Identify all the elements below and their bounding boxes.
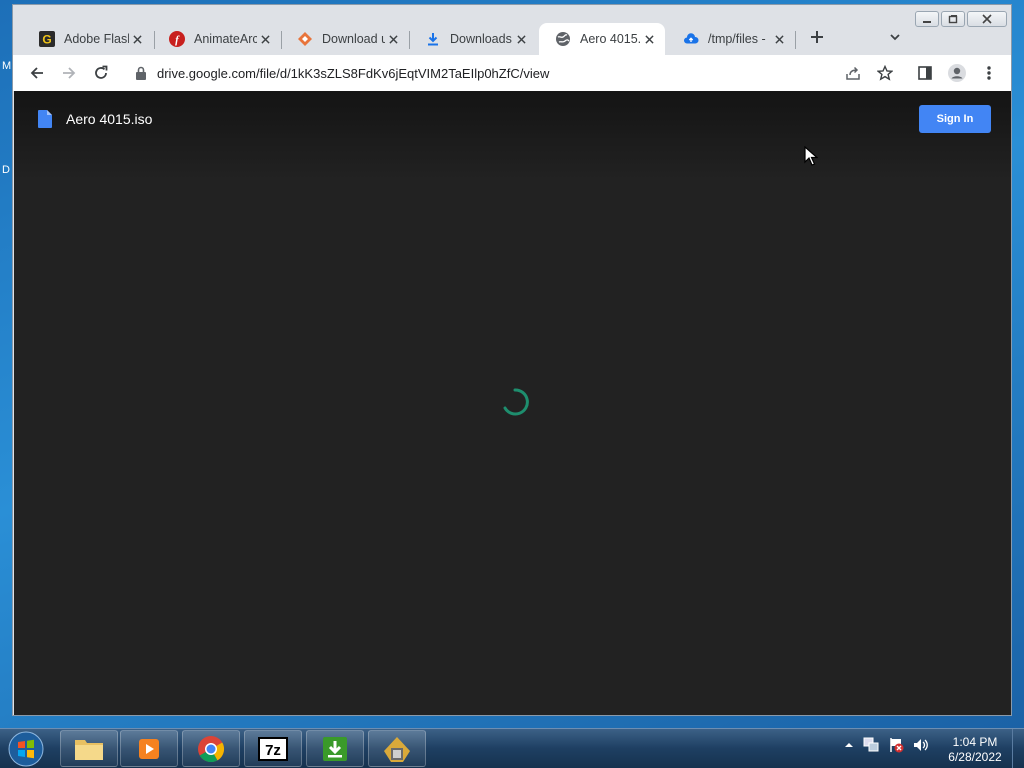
loading-spinner-icon: [503, 388, 529, 416]
clock-date: 6/28/2022: [948, 750, 1002, 764]
tab-close-icon[interactable]: [641, 31, 657, 47]
desktop-icon-label: M: [2, 60, 12, 72]
system-tray: [844, 737, 930, 753]
globe-icon: [555, 31, 571, 47]
star-icon: [877, 65, 893, 81]
chrome-icon: [198, 735, 225, 762]
profile-button[interactable]: [945, 61, 969, 85]
tab-download-u[interactable]: Download u: [281, 23, 409, 55]
taskbar-media-player[interactable]: [120, 730, 178, 767]
flash-icon: f: [169, 31, 185, 47]
profile-icon: [948, 64, 966, 82]
reload-button[interactable]: [89, 61, 113, 85]
file-icon: [38, 110, 52, 128]
download-icon: [425, 31, 441, 47]
media-player-icon: [139, 738, 159, 759]
forward-button[interactable]: [57, 61, 81, 85]
tab-close-icon[interactable]: [385, 31, 401, 47]
taskbar-7zip[interactable]: 7z: [244, 730, 302, 767]
taskbar-archive-app[interactable]: [368, 730, 426, 767]
tab-label: Aero 4015.iso: [580, 32, 641, 46]
show-desktop-button[interactable]: [1012, 729, 1024, 768]
browser-toolbar: drive.google.com/file/d/1kK3sZLS8FdKv6jE…: [13, 55, 1011, 91]
tab-close-icon[interactable]: [257, 31, 273, 47]
chevron-down-icon: [890, 34, 900, 41]
tab-search-button[interactable]: [883, 25, 907, 49]
tab-label: Download u: [322, 32, 385, 46]
share-icon: [846, 66, 860, 80]
tab-label: Adobe Flash: [64, 32, 129, 46]
svg-text:7z: 7z: [265, 742, 281, 759]
windows-logo-icon: [8, 731, 44, 767]
tab-adobe-flash[interactable]: G Adobe Flash: [23, 23, 153, 55]
tab-label: AnimateArc: [194, 32, 257, 46]
tab-animate-arc[interactable]: f AnimateArc: [153, 23, 281, 55]
green-download-icon: [323, 736, 347, 761]
tab-tmp-files[interactable]: /tmp/files -: [667, 23, 795, 55]
cloud-upload-icon: [683, 31, 699, 47]
archive-app-icon: [384, 736, 410, 762]
more-vert-icon: [987, 66, 991, 80]
tab-close-icon[interactable]: [513, 31, 529, 47]
tab-strip: G Adobe Flash f AnimateArc Download u Do…: [13, 19, 1011, 55]
7zip-icon: 7z: [258, 736, 288, 761]
volume-icon[interactable]: [912, 737, 930, 753]
back-button[interactable]: [25, 61, 49, 85]
menu-button[interactable]: [977, 61, 1001, 85]
folder-icon: [75, 739, 103, 760]
arrow-right-icon: [63, 67, 76, 79]
start-button[interactable]: [6, 731, 46, 767]
taskbar-explorer[interactable]: [60, 730, 118, 767]
bookmark-button[interactable]: [873, 61, 897, 85]
action-center-icon[interactable]: [888, 737, 904, 753]
reload-icon: [95, 65, 108, 79]
browser-window: G Adobe Flash f AnimateArc Download u Do…: [12, 4, 1012, 716]
g-logo-icon: G: [39, 31, 55, 47]
file-name: Aero 4015.iso: [66, 111, 153, 127]
share-button[interactable]: [841, 61, 865, 85]
tab-label: Downloads: [450, 32, 512, 46]
url-text: drive.google.com/file/d/1kK3sZLS8FdKv6jE…: [157, 65, 550, 81]
lock-icon[interactable]: [133, 65, 149, 81]
arrow-left-icon: [30, 67, 43, 79]
taskbar: 7z 1:04 PM 6/28/2022: [0, 728, 1024, 768]
system-clock[interactable]: 1:04 PM 6/28/2022: [940, 735, 1010, 765]
svg-text:G: G: [42, 33, 51, 47]
tab-close-icon[interactable]: [771, 31, 787, 47]
desktop-icon-label: D: [2, 164, 10, 176]
mouse-cursor-icon: [804, 146, 818, 166]
sign-in-button[interactable]: Sign In: [919, 105, 991, 133]
plus-icon: [811, 31, 823, 43]
show-hidden-icons-icon[interactable]: [844, 740, 854, 750]
taskbar-download-manager[interactable]: [306, 730, 364, 767]
network-icon[interactable]: [862, 737, 880, 753]
tab-label: /tmp/files -: [708, 32, 766, 46]
tab-close-icon[interactable]: [129, 31, 145, 47]
drive-file-viewer: Aero 4015.iso Sign In: [14, 91, 1011, 715]
tab-aero-iso[interactable]: Aero 4015.iso: [539, 23, 665, 55]
side-panel-button[interactable]: [913, 61, 937, 85]
address-bar[interactable]: drive.google.com/file/d/1kK3sZLS8FdKv6jE…: [125, 59, 905, 87]
new-tab-button[interactable]: [805, 25, 829, 49]
file-header: Aero 4015.iso: [38, 110, 152, 128]
side-panel-icon: [918, 66, 932, 80]
clock-time: 1:04 PM: [952, 735, 998, 749]
tab-downloads[interactable]: Downloads: [409, 23, 537, 55]
diamond-icon: [297, 31, 313, 47]
taskbar-chrome[interactable]: [182, 730, 240, 767]
tab-separator: [795, 31, 796, 49]
